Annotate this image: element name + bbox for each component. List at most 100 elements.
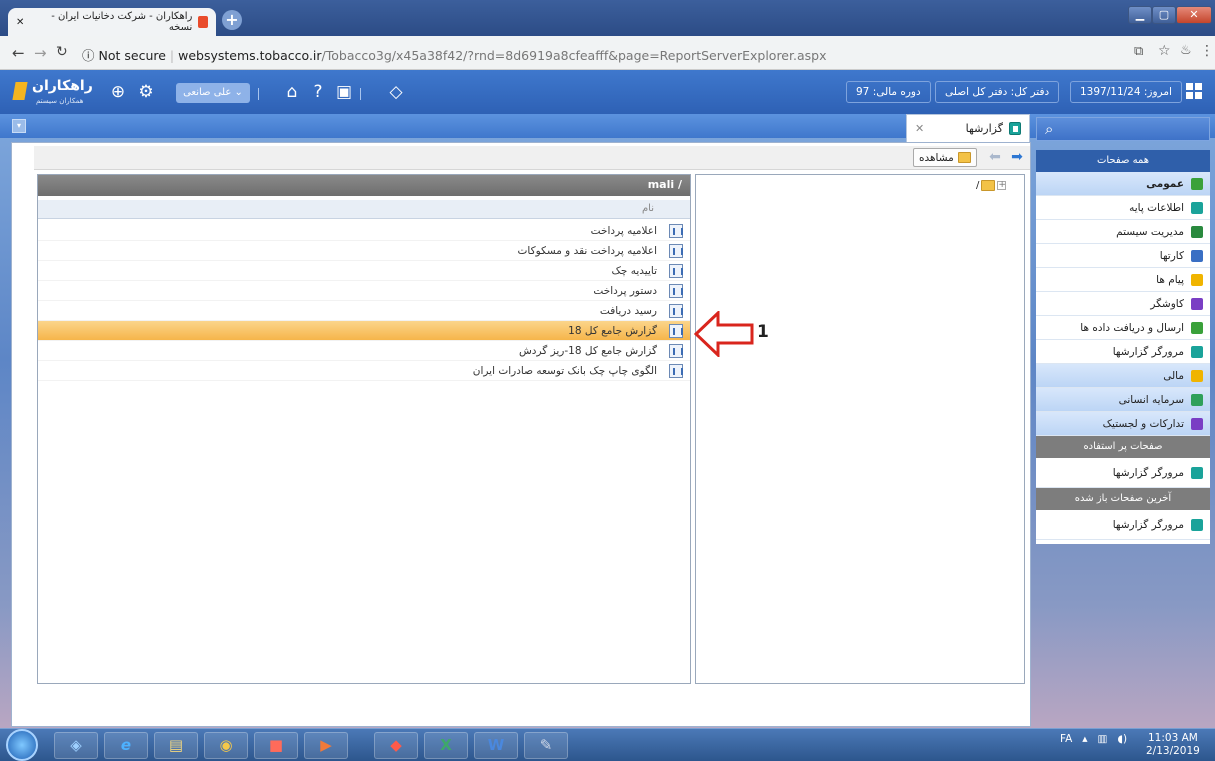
sidebar-item[interactable]: مرورگر گزارشها (1036, 458, 1210, 488)
tree-root-label: / (976, 180, 980, 191)
chevron-down-icon: ⌄ (234, 87, 243, 98)
sidebar-item[interactable]: مدیریت سیستم (1036, 220, 1210, 244)
translate-icon[interactable]: ⧉ (1134, 44, 1143, 59)
new-tab-button[interactable]: + (222, 10, 242, 30)
tab-reports[interactable]: گزارشها ✕ (906, 114, 1030, 142)
volume-icon[interactable]: ◖) (1117, 733, 1127, 745)
back-icon[interactable]: ← (12, 44, 25, 62)
browser-menu-icon[interactable]: ⋮ (1200, 43, 1214, 59)
sidebar-item[interactable]: اطلاعات پایه (1036, 196, 1210, 220)
report-icon (669, 243, 683, 258)
clock-time: 11:03 AM (1148, 732, 1198, 744)
sidebar-item-label: سرمایه انسانی (1118, 393, 1184, 406)
network-icon[interactable]: ▥ (1098, 733, 1108, 745)
sidebar-search-button[interactable]: ⌕ (1036, 117, 1210, 141)
bookmark-star-icon[interactable]: ☆ (1158, 43, 1171, 59)
list-item[interactable]: اعلامیه پرداخت (38, 221, 690, 241)
report-icon (669, 303, 683, 318)
tab-close-icon[interactable]: ✕ (915, 122, 924, 135)
pin-icon[interactable]: ◇ (384, 80, 408, 104)
report-toolbar (34, 146, 1030, 170)
settings-gear-icon[interactable]: ⚙ (134, 80, 158, 104)
report-icon (669, 343, 683, 358)
extension-icon[interactable]: ♨ (1180, 43, 1192, 58)
maximize-button[interactable]: ▢ (1152, 6, 1176, 24)
sidebar-item-label: کارتها (1159, 249, 1184, 262)
list-item[interactable]: گزارش جامع کل 18 (38, 321, 690, 341)
reload-icon[interactable]: ↻ (56, 44, 68, 60)
report-icon (669, 283, 683, 298)
tree-root-node[interactable]: / + (976, 180, 1007, 191)
anydesk-icon[interactable]: ◆ (374, 732, 418, 759)
apps-grid-icon[interactable] (1186, 83, 1202, 99)
list-item-label: دستور پرداخت (593, 284, 657, 297)
globe-icon[interactable]: ⊕ (106, 80, 130, 104)
list-item-label: اعلامیه پرداخت (590, 224, 657, 237)
sidebar-item[interactable]: پیام ها (1036, 268, 1210, 292)
back-arrow-icon[interactable]: ⬅ (986, 149, 1004, 166)
media-player-icon[interactable]: ▶ (304, 732, 348, 759)
sidebar-item-icon (1191, 345, 1203, 358)
list-item[interactable]: دستور پرداخت (38, 281, 690, 301)
sidebar-item-icon (1191, 297, 1203, 310)
sidebar-item[interactable]: عمومی (1036, 172, 1210, 196)
sidebar-item[interactable]: مرورگر گزارشها (1036, 510, 1210, 540)
sidebar-item[interactable]: کاوشگر (1036, 292, 1210, 316)
help-icon[interactable]: ? (306, 80, 330, 104)
internet-explorer-icon[interactable]: e (104, 732, 148, 759)
taskbar-app-icon[interactable]: ◈ (54, 732, 98, 759)
list-item[interactable]: رسید دریافت (38, 301, 690, 321)
tray-expand-icon[interactable]: ▴ (1082, 733, 1087, 745)
sidebar-item-label: اطلاعات پایه (1129, 201, 1184, 214)
sidebar-item-icon (1191, 393, 1203, 406)
view-button[interactable]: مشاهده (913, 148, 977, 167)
collapse-toggle-icon[interactable]: ▾ (12, 119, 26, 133)
url-host: websystems.tobacco.ir (178, 48, 322, 63)
browser-tab[interactable]: راهکاران - شرکت دخانیات ایران - نسخه ✕ (8, 8, 216, 36)
column-name[interactable]: نام (642, 203, 654, 214)
tab-favicon-icon (198, 16, 208, 28)
folder-tree-panel (695, 174, 1025, 684)
report-browser-icon (1009, 122, 1021, 135)
clock[interactable]: 11:03 AM 2/13/2019 (1146, 732, 1200, 758)
report-icon (669, 263, 683, 278)
list-item-label: رسید دریافت (599, 304, 657, 317)
forward-icon[interactable]: → (34, 44, 47, 62)
word-icon[interactable]: W (474, 732, 518, 759)
sidebar-item[interactable]: سرمایه انسانی (1036, 388, 1210, 412)
expand-icon[interactable]: + (997, 181, 1007, 190)
report-icon (669, 223, 683, 238)
office-selector[interactable]: دفتر کل: دفتر کل اصلی (935, 81, 1060, 103)
file-explorer-icon[interactable]: ▤ (154, 732, 198, 759)
url-field[interactable]: ⓘ Not secure | websystems.tobacco.ir/Tob… (82, 45, 826, 64)
console-icon[interactable]: ▣ (332, 80, 356, 104)
user-dropdown[interactable]: علی صانعی ⌄ (176, 83, 250, 103)
inbox-icon[interactable]: ⌂ (280, 80, 304, 104)
list-item[interactable]: گزارش جامع کل 18-ریز گردش (38, 341, 690, 361)
sidebar-item[interactable]: کارتها (1036, 244, 1210, 268)
close-window-button[interactable]: ✕ (1176, 6, 1212, 24)
sidebar-item[interactable]: مرورگر گزارشها (1036, 340, 1210, 364)
sidebar-item-label: کاوشگر (1150, 297, 1184, 310)
paint-icon[interactable]: ✎ (524, 732, 568, 759)
excel-icon[interactable]: X (424, 732, 468, 759)
list-item-label: الگوی چاپ چک بانک توسعه صادرات ایران (472, 364, 657, 377)
chrome-icon[interactable]: ◉ (204, 732, 248, 759)
list-item[interactable]: اعلامیه پرداخت نقد و مسکوکات (38, 241, 690, 261)
report-icon (669, 323, 683, 338)
list-item[interactable]: الگوی چاپ چک بانک توسعه صادرات ایران (38, 361, 690, 381)
sidebar-item[interactable]: تدارکات و لجستیک (1036, 412, 1210, 436)
language-indicator[interactable]: FA (1060, 733, 1072, 745)
fiscal-period[interactable]: دوره مالی: 97 (846, 81, 931, 103)
start-button[interactable] (6, 729, 38, 761)
minimize-button[interactable]: ▁ (1128, 6, 1152, 24)
annotation-arrow-icon (694, 311, 754, 357)
sidebar-item-label: مرورگر گزارشها (1112, 466, 1184, 479)
sidebar-item[interactable]: ارسال و دریافت داده ها (1036, 316, 1210, 340)
acrobat-icon[interactable]: ■ (254, 732, 298, 759)
sidebar-item[interactable]: مالی (1036, 364, 1210, 388)
list-item[interactable]: تاییدیه چک (38, 261, 690, 281)
forward-arrow-icon[interactable]: ➡ (1008, 149, 1026, 166)
sidebar-items: عمومی اطلاعات پایه مدیریت سیستم کارتها پیام … (1036, 172, 1210, 436)
tab-close-icon[interactable]: ✕ (16, 17, 24, 28)
